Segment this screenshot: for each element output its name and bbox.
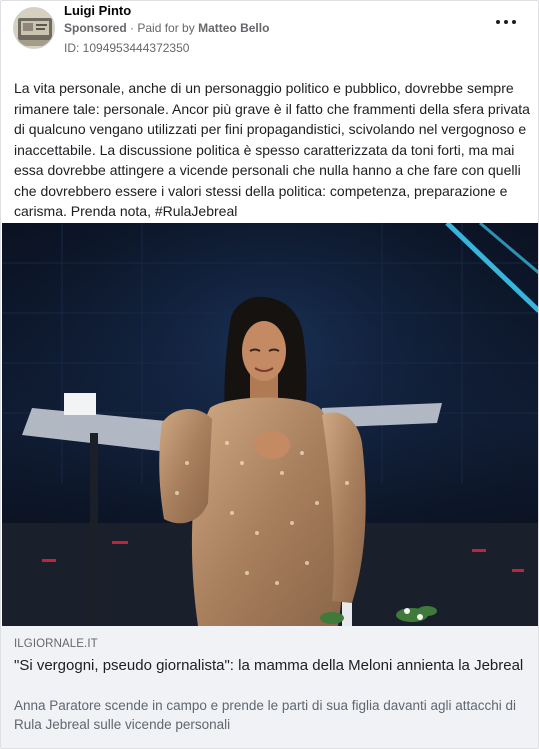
payer-name: Matteo Bello — [198, 21, 270, 35]
paid-for-prefix: Paid for by — [137, 21, 195, 35]
more-horizontal-icon[interactable] — [494, 15, 518, 29]
post-header: Luigi Pinto Sponsored · Paid for by Matt… — [1, 1, 538, 61]
post-body-text: La vita personale, anche di un personagg… — [14, 80, 530, 219]
link-description: Anna Paratore scende in campo e prende l… — [14, 698, 517, 732]
avatar-image — [14, 8, 54, 48]
link-domain: ILGIORNALE.IT — [14, 638, 98, 650]
link-headline[interactable]: "Si vergogni, pseudo giornalista": la ma… — [14, 656, 526, 675]
link-preview[interactable]: ILGIORNALE.IT "Si vergogni, pseudo giorn… — [1, 626, 538, 748]
author-name[interactable]: Luigi Pinto — [64, 3, 131, 18]
sponsored-label[interactable]: Sponsored — [64, 21, 127, 35]
post-image[interactable] — [2, 223, 538, 626]
author-avatar[interactable] — [13, 7, 55, 49]
sponsored-post-card: Luigi Pinto Sponsored · Paid for by Matt… — [0, 0, 539, 749]
ad-id: ID: 1094953444372350 — [64, 41, 190, 55]
sponsored-line: Sponsored · Paid for by Matteo Bello — [64, 21, 269, 35]
stage-photo — [2, 223, 538, 626]
